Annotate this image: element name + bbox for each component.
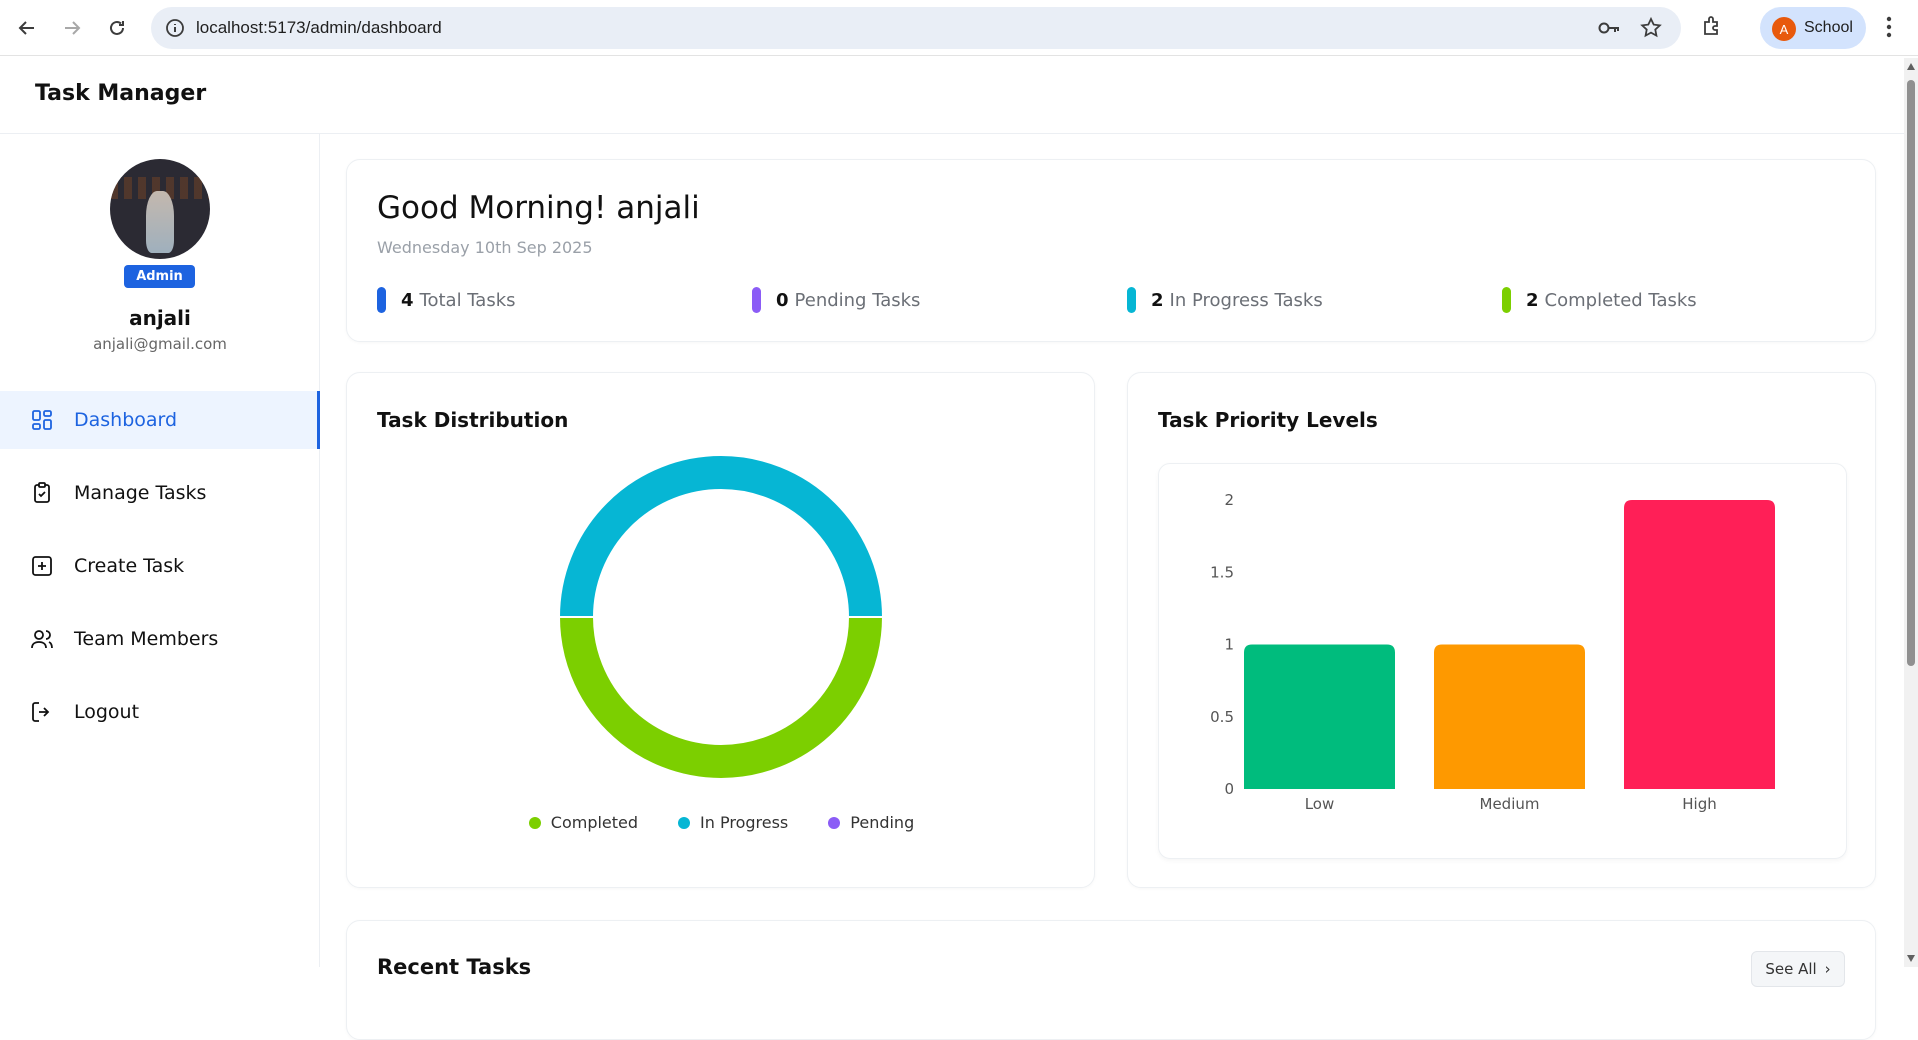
task-distribution-card: Task Distribution Completed In Progress … [346, 372, 1095, 888]
stat-label: Pending Tasks [794, 289, 921, 311]
browser-toolbar: localhost:5173/admin/dashboard A School [0, 0, 1918, 56]
stat-total-tasks: 4 Total Tasks [377, 286, 516, 314]
stat-color-bar [377, 287, 386, 313]
y-tick-label: 0.5 [1210, 708, 1234, 726]
arrow-right-icon: › [1824, 960, 1831, 978]
donut-legend: Completed In Progress Pending [347, 813, 1096, 832]
legend-item-completed: Completed [528, 813, 639, 832]
stat-label: In Progress Tasks [1169, 289, 1323, 311]
reload-button[interactable] [103, 14, 131, 42]
donut-slice-completed[interactable] [557, 616, 885, 780]
stat-completed-tasks: 2 Completed Tasks [1502, 286, 1697, 314]
app-header: Task Manager [0, 57, 1904, 134]
reload-icon [110, 20, 124, 35]
stat-label: Total Tasks [419, 289, 516, 311]
y-tick-label: 1 [1224, 636, 1234, 654]
page-scrollbar[interactable] [1904, 58, 1918, 967]
legend-item-pending: Pending [828, 813, 914, 832]
sidebar-item-label: Manage Tasks [74, 482, 207, 504]
scrollbar-thumb[interactable] [1907, 80, 1915, 666]
dashboard-icon [32, 410, 52, 430]
donut-slice-in-progress[interactable] [557, 454, 885, 618]
url-text[interactable]: localhost:5173/admin/dashboard [196, 18, 442, 38]
forward-button[interactable] [58, 14, 86, 42]
sidebar: Admin anjali anjali@gmail.com Dashboard … [0, 134, 320, 967]
scroll-up-icon[interactable] [1907, 63, 1915, 70]
sidebar-item-team-members[interactable]: Team Members [0, 610, 320, 668]
y-tick-label: 0 [1224, 780, 1234, 798]
square-plus-icon [32, 556, 52, 576]
task-distribution-donut-chart [557, 454, 885, 780]
stat-in-progress-tasks: 2 In Progress Tasks [1127, 286, 1323, 314]
sidebar-menu: Dashboard Manage Tasks Create Task Team … [0, 391, 320, 756]
scroll-down-icon[interactable] [1907, 955, 1915, 962]
users-icon [31, 630, 53, 649]
role-badge: Admin [124, 265, 195, 288]
address-bar[interactable]: localhost:5173/admin/dashboard [151, 7, 1681, 49]
arrow-left-icon [18, 21, 34, 35]
greeting-card: Good Morning! anjali Wednesday 10th Sep … [346, 159, 1876, 342]
sidebar-item-logout[interactable]: Logout [0, 683, 320, 741]
greeting-date: Wednesday 10th Sep 2025 [377, 238, 593, 257]
sidebar-item-dashboard[interactable]: Dashboard [0, 391, 320, 449]
stat-color-bar [1127, 287, 1136, 313]
x-tick-label: Medium [1480, 795, 1540, 813]
see-all-button[interactable]: See All › [1751, 951, 1845, 987]
task-priority-card: Task Priority Levels 0 0.5 1 1.5 2 Low Medium H… [1127, 372, 1876, 888]
stat-pending-tasks: 0 Pending Tasks [752, 286, 920, 314]
recent-tasks-title: Recent Tasks [377, 955, 532, 979]
sidebar-item-label: Dashboard [74, 409, 178, 431]
x-tick-label: High [1682, 795, 1716, 813]
recent-tasks-card: Recent Tasks See All › [346, 920, 1876, 1040]
clipboard-check-icon [34, 482, 50, 503]
bar-low[interactable] [1244, 644, 1395, 790]
arrow-right-icon [65, 21, 81, 35]
site-info-icon[interactable] [165, 18, 185, 38]
legend-item-in-progress: In Progress [678, 813, 788, 832]
sidebar-item-label: Create Task [74, 555, 185, 577]
y-tick-label: 2 [1224, 491, 1234, 509]
stat-value: 0 [776, 289, 789, 311]
stat-color-bar [752, 287, 761, 313]
bar-medium[interactable] [1434, 644, 1585, 790]
priority-bar-chart: 0 0.5 1 1.5 2 Low Medium High [1210, 491, 1775, 813]
sidebar-item-label: Team Members [74, 628, 219, 650]
extensions-icon[interactable] [1700, 14, 1724, 38]
app-title: Task Manager [35, 81, 207, 106]
task-stats: 4 Total Tasks 0 Pending Tasks 2 In Progr… [377, 286, 1857, 314]
bar-high[interactable] [1624, 500, 1775, 789]
back-button[interactable] [13, 14, 41, 42]
user-email: anjali@gmail.com [93, 335, 227, 353]
greeting-title: Good Morning! anjali [377, 190, 700, 226]
sidebar-item-label: Logout [74, 701, 140, 723]
y-tick-label: 1.5 [1210, 563, 1234, 581]
priority-bar-chart-panel: 0 0.5 1 1.5 2 Low Medium High [1158, 463, 1847, 859]
more-menu-icon[interactable] [1886, 16, 1892, 38]
password-key-icon[interactable] [1597, 17, 1621, 39]
sidebar-item-manage-tasks[interactable]: Manage Tasks [0, 464, 320, 522]
task-priority-title: Task Priority Levels [1158, 408, 1378, 432]
see-all-label: See All [1765, 960, 1817, 978]
stat-value: 4 [401, 289, 414, 311]
user-name: anjali [129, 306, 191, 330]
bookmark-star-icon[interactable] [1639, 16, 1663, 40]
legend-label: Completed [550, 813, 639, 832]
profile-button[interactable]: A School [1760, 7, 1866, 49]
legend-label: Pending [850, 813, 915, 832]
legend-label: In Progress [700, 813, 789, 832]
logout-icon [32, 702, 50, 722]
stat-value: 2 [1151, 289, 1164, 311]
stat-value: 2 [1526, 289, 1539, 311]
profile-avatar: A [1772, 17, 1796, 41]
x-tick-label: Low [1305, 795, 1335, 813]
avatar [110, 159, 210, 259]
stat-color-bar [1502, 287, 1511, 313]
sidebar-item-create-task[interactable]: Create Task [0, 537, 320, 595]
profile-label: School [1804, 19, 1853, 36]
stat-label: Completed Tasks [1544, 289, 1697, 311]
